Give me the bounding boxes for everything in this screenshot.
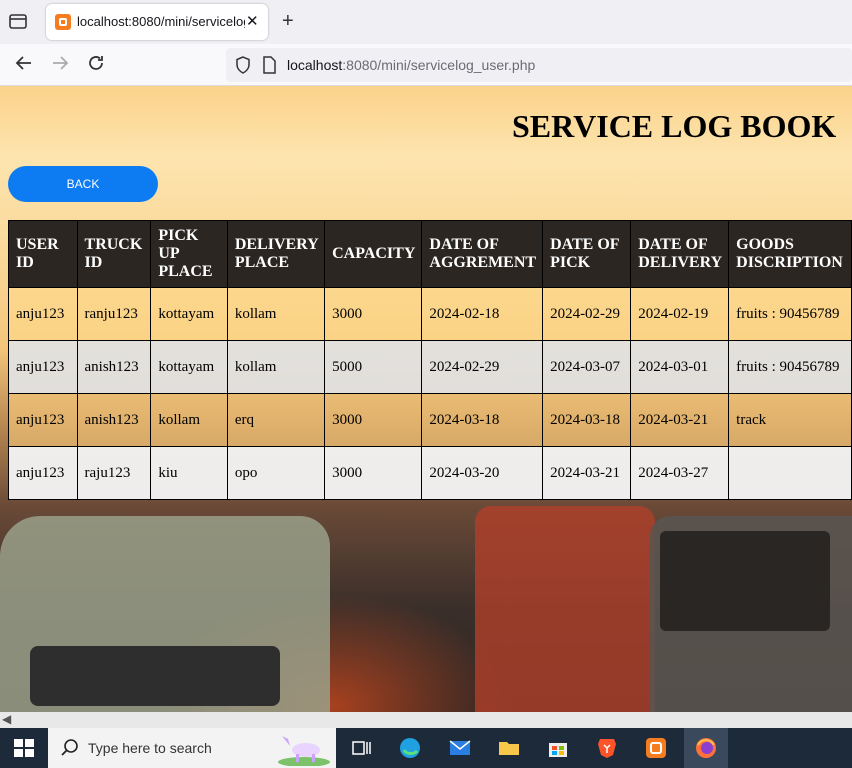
table-cell: fruits : 90456789 xyxy=(728,340,852,394)
windows-taskbar: Type here to search xyxy=(0,728,852,768)
table-cell xyxy=(728,446,852,500)
table-cell: 2024-02-29 xyxy=(421,340,544,394)
table-cell: 2024-03-21 xyxy=(542,446,632,500)
browser-tab[interactable]: localhost:8080/mini/servicelog_user.php … xyxy=(46,4,268,40)
close-tab-icon[interactable]: ✕ xyxy=(246,12,259,30)
table-cell: track xyxy=(728,393,852,447)
column-header: TRUCK ID xyxy=(76,220,152,288)
table-cell: 2024-03-18 xyxy=(542,393,632,447)
table-cell: kiu xyxy=(150,446,228,500)
back-arrow-icon[interactable] xyxy=(14,53,34,78)
table-cell: 2024-02-19 xyxy=(630,287,730,341)
xampp-icon[interactable] xyxy=(644,736,668,760)
browser-nav-bar: localhost:8080/mini/servicelog_user.php xyxy=(0,44,852,86)
table-cell: 2024-03-20 xyxy=(421,446,544,500)
table-cell: 2024-03-01 xyxy=(630,340,730,394)
column-header: DATE OF AGGREMENT xyxy=(421,220,544,288)
table-cell: raju123 xyxy=(76,446,152,500)
search-placeholder: Type here to search xyxy=(88,740,212,756)
table-cell: kollam xyxy=(150,393,228,447)
brave-icon[interactable] xyxy=(595,736,619,760)
column-header: GOODS DISCRIPTION xyxy=(728,220,852,288)
table-row: anju123 anish123 kottayam kollam 5000 20… xyxy=(8,340,852,394)
background-truck-grille xyxy=(30,646,280,706)
table-cell: kollam xyxy=(226,340,326,394)
background-truck-door xyxy=(475,506,655,712)
table-cell: anju123 xyxy=(8,340,78,394)
table-cell: anish123 xyxy=(76,340,152,394)
background-truck-window xyxy=(660,531,830,631)
back-button[interactable]: BACK xyxy=(8,166,158,202)
table-cell: anju123 xyxy=(8,393,78,447)
table-cell: kottayam xyxy=(150,287,228,341)
table-cell: 2024-03-21 xyxy=(630,393,730,447)
column-header: PICK UP PLACE xyxy=(150,220,228,288)
table-cell: 2024-03-07 xyxy=(542,340,632,394)
table-cell: 3000 xyxy=(324,287,423,341)
taskbar-search-box[interactable]: Type here to search xyxy=(48,728,336,768)
column-header: CAPACITY xyxy=(324,220,423,288)
page-title: SERVICE LOG BOOK xyxy=(512,108,837,144)
xampp-favicon-icon xyxy=(55,14,71,30)
mail-icon[interactable] xyxy=(448,736,472,760)
table-cell: kottayam xyxy=(150,340,228,394)
horizontal-scrollbar[interactable]: ◀ xyxy=(0,712,852,728)
browser-tab-bar: localhost:8080/mini/servicelog_user.php … xyxy=(0,0,852,44)
column-header: DELIVERY PLACE xyxy=(226,220,326,288)
table-cell: opo xyxy=(226,446,326,500)
tab-list-icon[interactable] xyxy=(8,12,30,32)
table-cell: 3000 xyxy=(324,446,423,500)
windows-start-icon[interactable] xyxy=(14,739,34,757)
edge-icon[interactable] xyxy=(398,736,422,760)
url-bar[interactable]: localhost:8080/mini/servicelog_user.php xyxy=(226,48,852,82)
file-explorer-icon[interactable] xyxy=(497,736,521,760)
table-cell: 2024-02-18 xyxy=(421,287,544,341)
shield-icon[interactable] xyxy=(235,56,251,79)
table-cell: anju123 xyxy=(8,446,78,500)
table-row: anju123 raju123 kiu opo 3000 2024-03-20 … xyxy=(8,446,852,500)
page-content: SERVICE LOG BOOK BACK USER ID TRUCK ID P… xyxy=(0,86,852,712)
table-row: anju123 ranju123 kottayam kollam 3000 20… xyxy=(8,287,852,341)
table-cell: 2024-03-18 xyxy=(421,393,544,447)
table-cell: 2024-03-27 xyxy=(630,446,730,500)
reload-icon[interactable] xyxy=(86,53,106,78)
column-header: DATE OF PICK xyxy=(542,220,632,288)
store-icon[interactable] xyxy=(546,736,570,760)
column-header: DATE OF DELIVERY xyxy=(630,220,730,288)
table-cell: 3000 xyxy=(324,393,423,447)
unicorn-search-highlight-icon xyxy=(276,730,332,768)
page-info-icon[interactable] xyxy=(262,56,276,79)
firefox-icon[interactable] xyxy=(694,736,718,760)
task-view-icon[interactable] xyxy=(350,736,374,760)
table-cell: anish123 xyxy=(76,393,152,447)
table-cell: erq xyxy=(226,393,326,447)
service-log-table: USER ID TRUCK ID PICK UP PLACE DELIVERY … xyxy=(8,220,852,500)
table-row: anju123 anish123 kollam erq 3000 2024-03… xyxy=(8,393,852,447)
search-icon xyxy=(60,738,80,763)
tab-title: localhost:8080/mini/servicelog_user.php xyxy=(77,14,245,29)
table-cell: fruits : 90456789 xyxy=(728,287,852,341)
table-cell: ranju123 xyxy=(76,287,152,341)
column-header: USER ID xyxy=(8,220,78,288)
table-header-row: USER ID TRUCK ID PICK UP PLACE DELIVERY … xyxy=(8,220,852,288)
new-tab-button[interactable]: + xyxy=(282,10,294,33)
table-cell: 5000 xyxy=(324,340,423,394)
scroll-left-icon[interactable]: ◀ xyxy=(2,712,11,726)
table-cell: kollam xyxy=(226,287,326,341)
forward-arrow-icon[interactable] xyxy=(50,53,70,78)
table-cell: 2024-02-29 xyxy=(542,287,632,341)
url-text: localhost:8080/mini/servicelog_user.php xyxy=(287,57,536,73)
table-cell: anju123 xyxy=(8,287,78,341)
